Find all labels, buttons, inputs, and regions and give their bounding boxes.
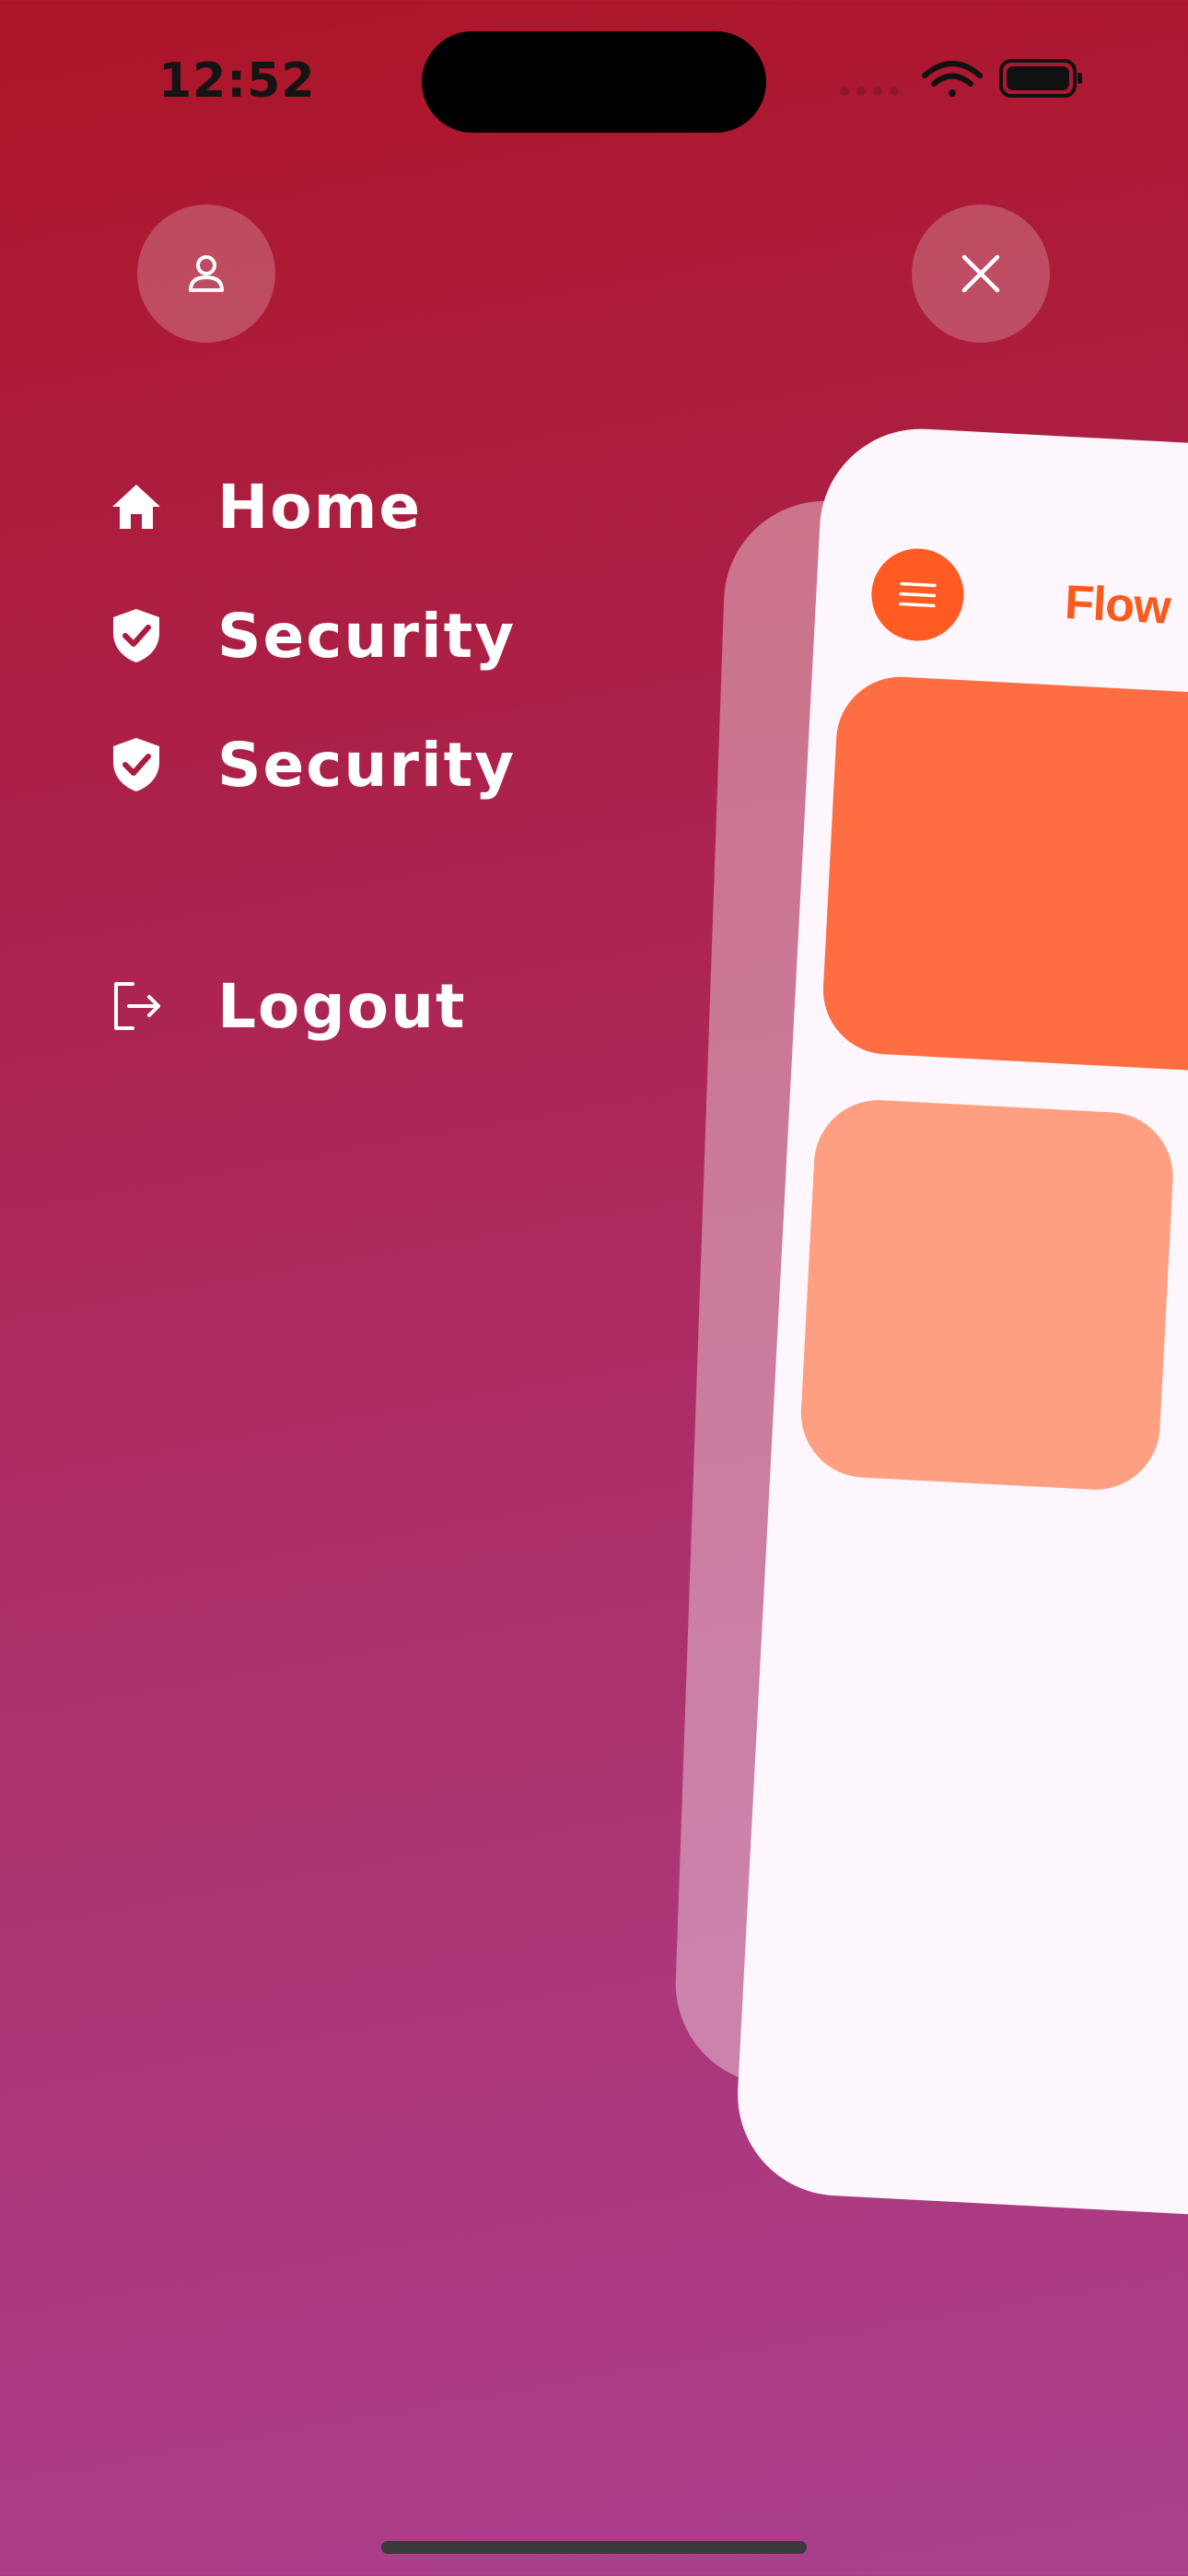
shield-check-icon [107, 735, 166, 794]
status-icons [840, 59, 1082, 98]
logout-icon [107, 977, 166, 1036]
dynamic-island [422, 31, 766, 133]
profile-button[interactable] [137, 205, 275, 343]
menu-item-security-2-label: Security [217, 729, 517, 801]
close-button[interactable] [912, 205, 1050, 343]
home-icon [107, 477, 166, 536]
hamburger-menu-icon [899, 581, 937, 608]
close-icon [961, 254, 1000, 293]
shield-check-icon [107, 606, 166, 665]
home-indicator[interactable] [381, 2541, 807, 2554]
status-time: 12:52 [158, 53, 316, 109]
cellular-signal-icon [840, 87, 899, 96]
battery-icon [999, 59, 1082, 98]
menu-item-home[interactable]: Home [107, 461, 422, 553]
menu-item-security-2[interactable]: Security [107, 719, 516, 811]
wifi-icon [922, 61, 983, 97]
card-menu-button[interactable] [868, 545, 966, 644]
content-tile[interactable] [798, 1096, 1177, 1493]
card-title: Flow [1063, 575, 1171, 635]
menu-item-logout-label: Logout [217, 970, 467, 1042]
menu-item-security-label: Security [217, 600, 517, 672]
menu-item-logout[interactable]: Logout [107, 960, 467, 1052]
menu-item-home-label: Home [217, 471, 423, 543]
menu-item-security[interactable]: Security [107, 590, 516, 682]
content-tile[interactable] [820, 673, 1188, 1086]
person-icon [189, 255, 224, 292]
